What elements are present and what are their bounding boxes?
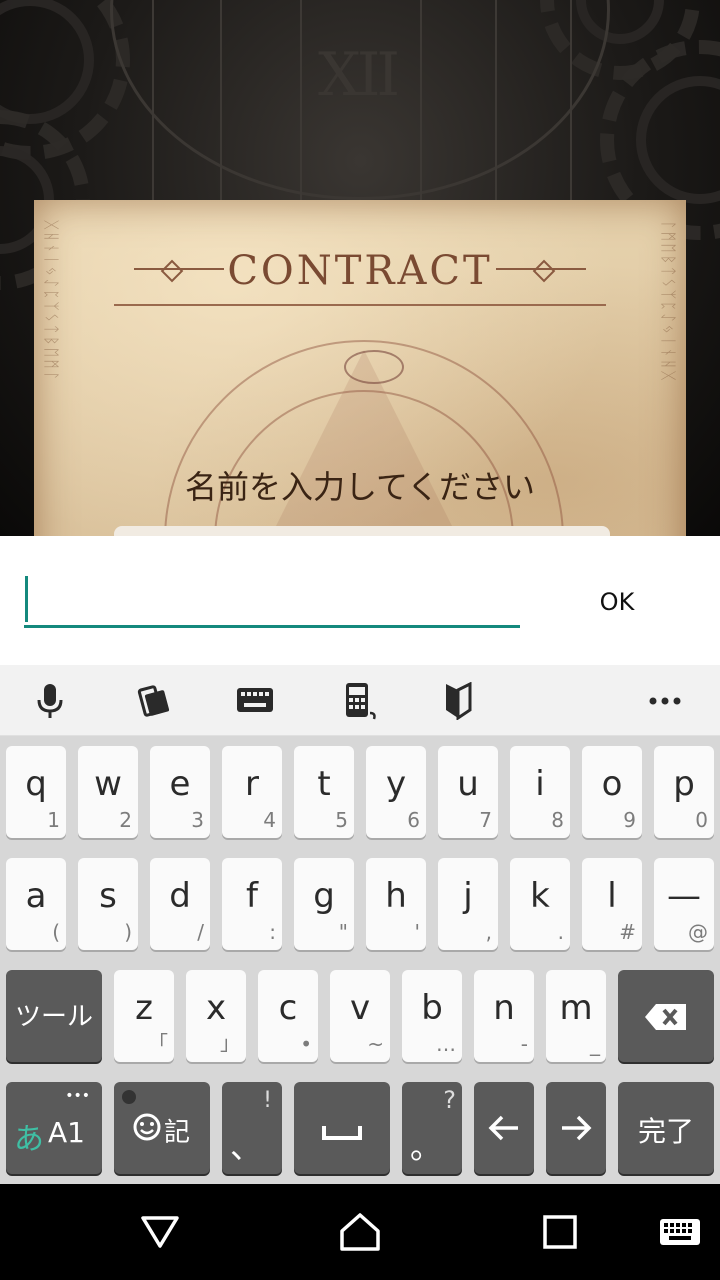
key-e[interactable]: e3	[150, 746, 210, 838]
keyboard-switch-icon	[660, 1219, 700, 1245]
key-n[interactable]: n-	[474, 970, 534, 1062]
key-b[interactable]: b…	[402, 970, 462, 1062]
key-q[interactable]: q1	[6, 746, 66, 838]
key-r[interactable]: r4	[222, 746, 282, 838]
key-d[interactable]: d /	[150, 858, 210, 950]
rune-border: ᚷᚺᚾᛁᛃᛇᛈᛉᛊᛏᛒᛖᛗᛚ	[42, 220, 61, 383]
back-triangle-icon	[141, 1216, 179, 1248]
name-prompt: 名前を入力してください	[184, 468, 536, 506]
key-u[interactable]: u7	[438, 746, 498, 838]
key-k[interactable]: k.	[510, 858, 570, 950]
tool-key[interactable]: ツール	[6, 970, 102, 1062]
smiley-icon	[133, 1113, 161, 1141]
phone-rotate-icon[interactable]	[130, 681, 174, 721]
microphone-icon[interactable]	[28, 681, 72, 721]
navigation-bar	[0, 1184, 720, 1280]
rod-decoration	[152, 0, 154, 200]
keyboard-toolbar	[0, 665, 720, 736]
keyboard-switch-button[interactable]	[656, 1208, 704, 1256]
game-name-box[interactable]	[114, 526, 610, 536]
ok-button[interactable]: OK	[578, 576, 656, 628]
rod-decoration	[420, 0, 422, 200]
key-c[interactable]: c •	[258, 970, 318, 1062]
cursor-left-key[interactable]	[474, 1082, 534, 1174]
rune-border: ᛚᛗᛖᛒᛏᛊᛉᛈᛇᛃᛁᚾᚺᚷ	[659, 220, 678, 383]
key-a[interactable]: a(	[6, 858, 66, 950]
eye-symbol	[344, 350, 404, 384]
key-i[interactable]: i8	[510, 746, 570, 838]
keyboard-icon[interactable]	[233, 681, 277, 721]
input-mode-key[interactable]: ••• あ A1	[6, 1082, 102, 1174]
key-z[interactable]: z 「	[114, 970, 174, 1062]
key-dash[interactable]: — @	[654, 858, 714, 950]
contract-title: CONTRACT	[227, 248, 493, 294]
period-key[interactable]: ? 。	[402, 1082, 462, 1174]
key-t[interactable]: t5	[294, 746, 354, 838]
rod-decoration	[220, 0, 222, 200]
calculator-icon[interactable]	[338, 681, 382, 721]
rod-decoration	[300, 0, 302, 200]
backspace-key[interactable]	[618, 970, 714, 1062]
key-y[interactable]: y6	[366, 746, 426, 838]
key-s[interactable]: s)	[78, 858, 138, 950]
emoji-symbol-key[interactable]: 記	[114, 1082, 210, 1174]
key-o[interactable]: o9	[582, 746, 642, 838]
key-g[interactable]: g "	[294, 858, 354, 950]
text-caret	[25, 576, 28, 622]
beginner-mark-icon[interactable]	[436, 681, 480, 721]
right-arrow-icon	[562, 1115, 592, 1141]
key-h[interactable]: h '	[366, 858, 426, 950]
rod-decoration	[570, 0, 572, 200]
key-m[interactable]: m _	[546, 970, 606, 1062]
home-icon	[340, 1213, 380, 1251]
cursor-right-key[interactable]	[546, 1082, 606, 1174]
rod-decoration	[495, 0, 497, 200]
text-input-bar: OK	[0, 536, 720, 665]
back-button[interactable]	[136, 1208, 184, 1256]
key-w[interactable]: w2	[78, 746, 138, 838]
contract-parchment: ᚷᚺᚾᛁᛃᛇᛈᛉᛊᛏᛒᛖᛗᛚ ᛚᛗᛖᛒᛏᛊᛉᛈᛇᛃᛁᚾᚺᚷ CONTRACT 名…	[34, 200, 686, 536]
more-icon[interactable]	[643, 681, 687, 721]
key-v[interactable]: v ~	[330, 970, 390, 1062]
space-icon	[322, 1126, 362, 1140]
key-x[interactable]: x」	[186, 970, 246, 1062]
left-arrow-icon	[488, 1115, 518, 1141]
indicator-dot	[122, 1090, 136, 1104]
soft-keyboard: q1 w2 e3 r4 t5 y6 u7 i8 o9 p0 a( s) d / f…	[0, 736, 720, 1184]
space-key[interactable]	[294, 1082, 390, 1174]
done-key[interactable]: 完了	[618, 1082, 714, 1174]
key-l[interactable]: l #	[582, 858, 642, 950]
comma-key[interactable]: ! 、	[222, 1082, 282, 1174]
clock-numeral: XII	[318, 40, 400, 110]
key-p[interactable]: p0	[654, 746, 714, 838]
home-button[interactable]	[336, 1208, 384, 1256]
key-f[interactable]: f:	[222, 858, 282, 950]
title-divider	[114, 304, 606, 306]
backspace-icon	[645, 1004, 686, 1030]
name-input[interactable]	[24, 576, 520, 628]
game-background: XII ᚷᚺᚾᛁᛃᛇᛈᛉᛊᛏᛒᛖᛗᛚ ᛚᛗᛖᛒᛏᛊᛉᛈᛇᛃᛁᚾᚺᚷ CONTRA…	[0, 0, 720, 536]
key-j[interactable]: j,	[438, 858, 498, 950]
recents-square-icon	[543, 1215, 577, 1249]
recents-button[interactable]	[536, 1208, 584, 1256]
